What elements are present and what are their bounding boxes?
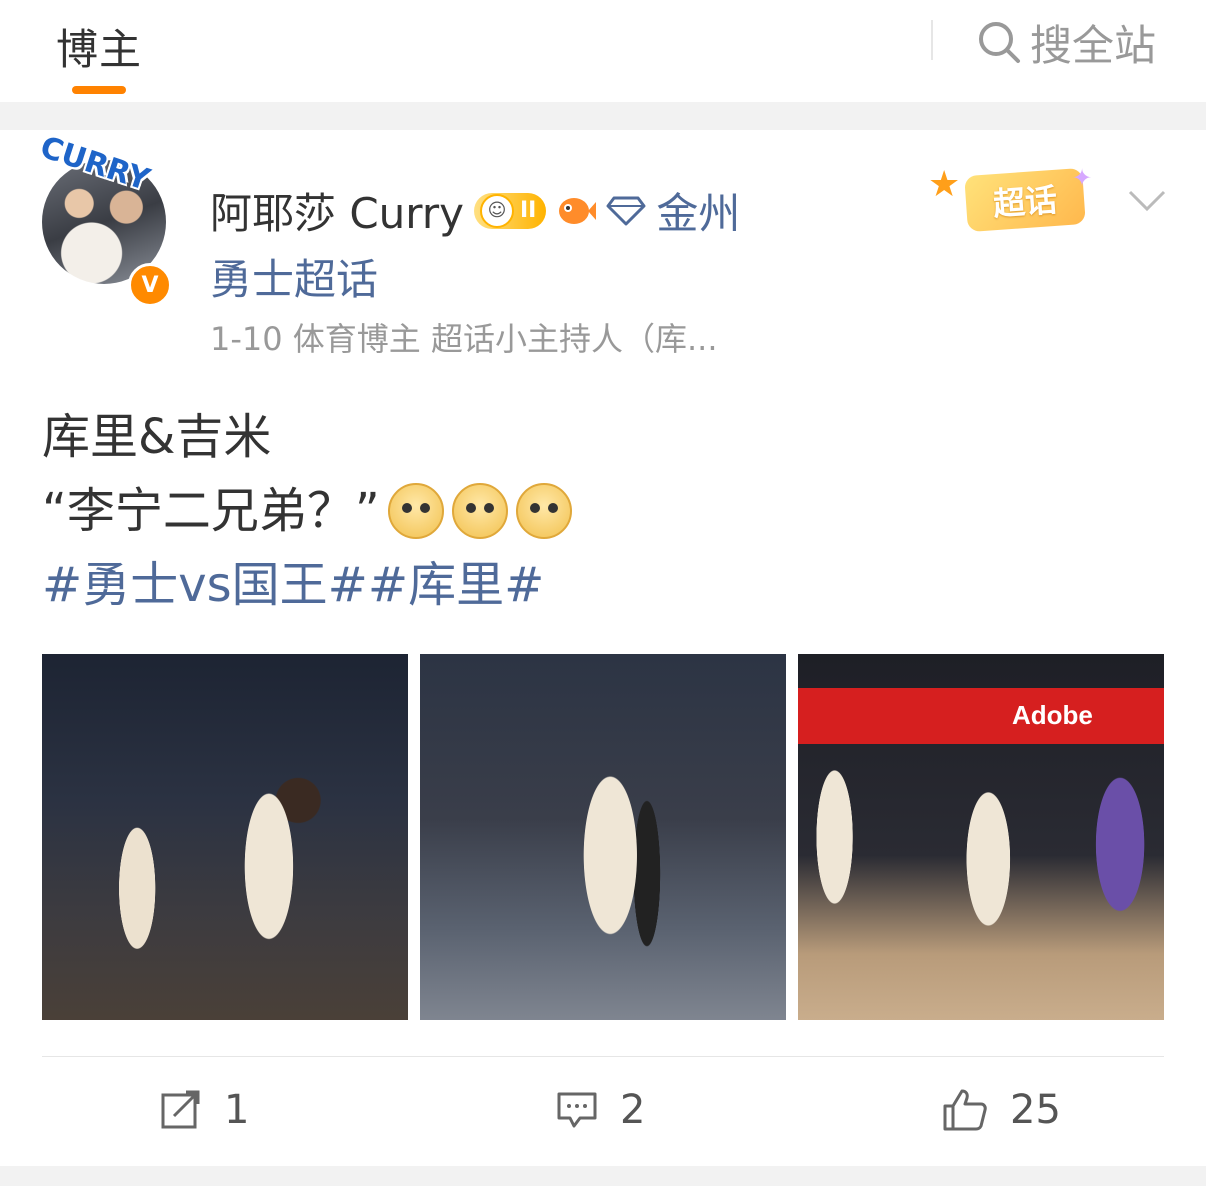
like-count: 25	[1010, 1087, 1061, 1133]
post-line-2: “李宁二兄弟？”	[42, 474, 572, 548]
top-bar: 博主 搜全站	[0, 0, 1206, 102]
search-all-button[interactable]: 搜全站	[976, 14, 1156, 70]
hashtags[interactable]: #勇士vs国王##库里#	[42, 548, 572, 622]
post-photo-2[interactable]	[420, 654, 786, 1020]
post-photo-1[interactable]	[42, 654, 408, 1020]
level-badge[interactable]: ☺ II	[473, 192, 547, 229]
tab-blogger[interactable]: 博主	[56, 16, 142, 77]
post-photo-3[interactable]: Adobe	[798, 654, 1164, 1020]
tab-active-indicator	[72, 86, 126, 94]
post-card: CURRY V 阿耶莎 Curry ☺ II 金州 勇士超话 1-10 体育博主…	[0, 130, 1206, 1166]
chevron-down-icon[interactable]	[1128, 190, 1166, 212]
post-meta: 1-10 体育博主 超话小主持人（库...	[210, 320, 718, 358]
like-button[interactable]: 25	[942, 1080, 1061, 1140]
post-text: 库里&吉米 “李宁二兄弟？” #勇士vs国王##库里#	[42, 400, 572, 622]
doge-emoji-icon	[387, 483, 444, 539]
diamond-icon[interactable]	[606, 194, 646, 228]
author-row: 阿耶莎 Curry ☺ II 金州	[210, 180, 740, 241]
level-badge-text: II	[519, 198, 537, 223]
star-icon: ★	[928, 164, 961, 205]
action-bar: 1 2 25	[0, 1080, 1206, 1140]
search-icon	[979, 22, 1020, 63]
arena-ad-text: Adobe	[1012, 700, 1093, 730]
sparkle-icon: ✦	[1072, 164, 1093, 192]
share-icon	[161, 1090, 200, 1129]
bottom-gap	[0, 1166, 1206, 1186]
doge-emoji-icon	[451, 483, 508, 539]
verified-icon: V	[128, 263, 172, 307]
share-button[interactable]: 1	[160, 1080, 249, 1140]
supertopic-button[interactable]: ★ 超话 ✦	[928, 164, 1104, 238]
topic-link[interactable]: 勇士超话	[210, 246, 378, 307]
comment-icon	[557, 1092, 597, 1128]
astronaut-icon: ☺	[479, 193, 514, 228]
post-line-1: 库里&吉米	[42, 409, 272, 465]
doge-emoji-icon	[515, 483, 572, 539]
like-icon	[943, 1089, 987, 1131]
comment-button[interactable]: 2	[556, 1080, 645, 1140]
comment-count: 2	[620, 1087, 646, 1133]
fish-icon[interactable]	[556, 193, 597, 229]
divider	[42, 1056, 1164, 1057]
supertopic-label: 超话	[964, 167, 1086, 233]
share-count: 1	[224, 1087, 250, 1133]
search-label: 搜全站	[1030, 20, 1157, 70]
location-link[interactable]: 金州	[656, 180, 740, 241]
post-line-2-text: “李宁二兄弟？”	[42, 483, 380, 539]
author-name[interactable]: 阿耶莎 Curry	[210, 180, 464, 241]
photo-grid: Adobe	[42, 654, 1164, 1020]
divider	[931, 20, 933, 60]
